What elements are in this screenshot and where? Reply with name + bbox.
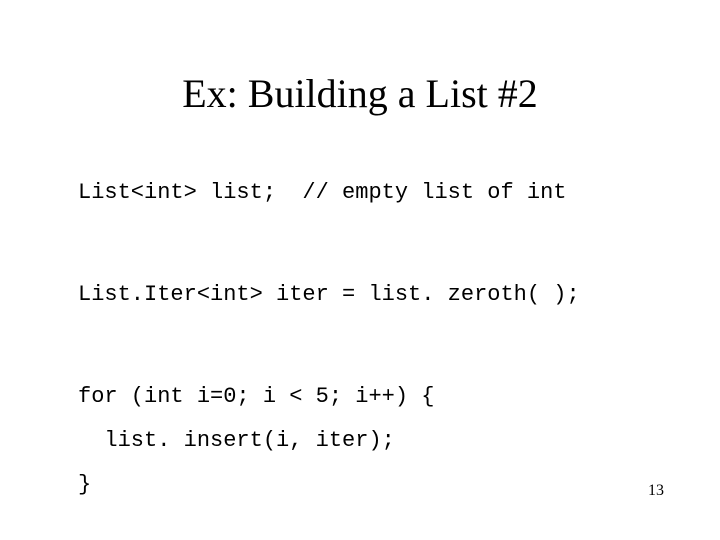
slide: Ex: Building a List #2 List<int> list; /… [0, 0, 720, 540]
code-line: List.Iter<int> iter = list. zeroth( ); [78, 284, 660, 306]
code-line: } [78, 474, 660, 496]
code-line: list. insert(i, iter); [78, 430, 660, 452]
slide-title: Ex: Building a List #2 [0, 70, 720, 117]
code-block: List<int> list; // empty list of int Lis… [78, 160, 660, 540]
blank-line [78, 226, 660, 262]
blank-line [78, 328, 660, 364]
page-number: 13 [648, 482, 664, 500]
code-line: for (int i=0; i < 5; i++) { [78, 386, 660, 408]
code-line: List<int> list; // empty list of int [78, 182, 660, 204]
